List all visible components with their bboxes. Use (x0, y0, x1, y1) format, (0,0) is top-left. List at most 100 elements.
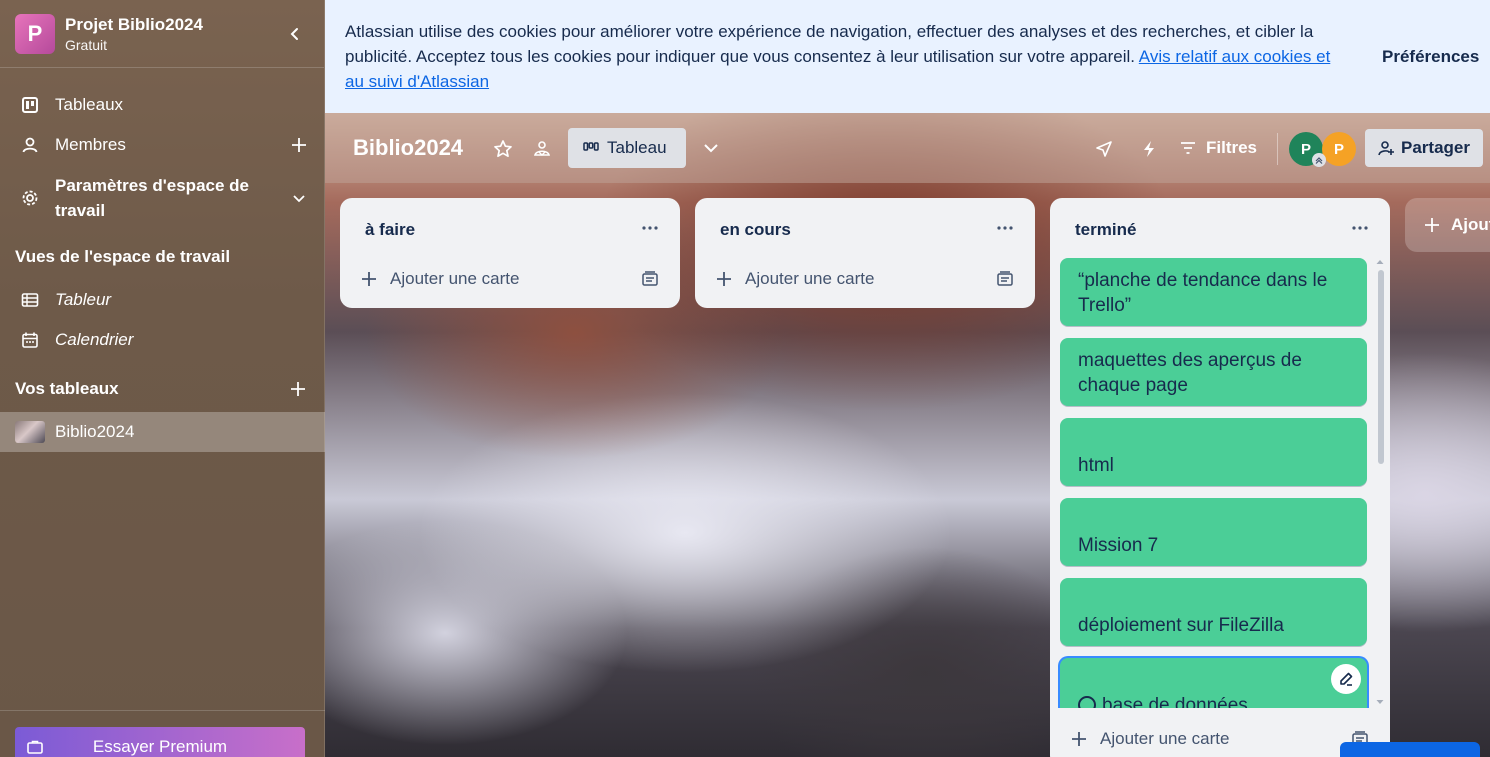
list-scrollbar[interactable] (1375, 256, 1385, 708)
automation-button[interactable] (1137, 137, 1161, 161)
chevron-left-icon (290, 27, 298, 40)
try-premium-button[interactable]: Essayer Premium (15, 727, 305, 757)
sidebar-item-label: Paramètres d'espace de travail (55, 176, 249, 220)
divider (0, 710, 325, 711)
gear-icon (20, 188, 40, 208)
workspace-header: P Projet Biblio2024 Gratuit (0, 0, 324, 68)
admin-badge-icon (1312, 153, 1326, 167)
plus-icon (360, 270, 378, 288)
complete-checkbox-icon[interactable] (1078, 696, 1096, 708)
add-card-label: Ajouter une carte (1100, 729, 1230, 748)
workspace-sidebar: P Projet Biblio2024 Gratuit Tableaux Mem… (0, 0, 325, 757)
view-switcher-board[interactable]: Tableau (568, 128, 686, 168)
board-view-icon (583, 141, 599, 155)
list-title[interactable]: terminé (1075, 220, 1136, 240)
star-icon (494, 140, 512, 158)
card[interactable]: maquettes des aperçus de chaque page (1060, 338, 1367, 406)
card-template-icon[interactable] (995, 269, 1015, 289)
your-boards-title: Vos tableaux (15, 379, 119, 398)
member-avatar[interactable]: P (1322, 132, 1356, 166)
board-thumbnail (15, 421, 45, 443)
scroll-up-icon (1376, 260, 1384, 264)
cookie-banner: Atlassian utilise des cookies pour améli… (325, 0, 1490, 113)
cookie-message: Atlassian utilise des cookies pour améli… (345, 19, 1345, 94)
list-termine: terminé “planche de tendance dans le Tre… (1050, 198, 1390, 757)
briefcase-icon (27, 739, 43, 757)
sidebar-board-biblio2024[interactable]: Biblio2024 (0, 412, 325, 452)
floating-help-button[interactable] (1340, 742, 1480, 757)
filters-label: Filtres (1206, 138, 1258, 157)
card[interactable]: Mission 7 (1060, 498, 1367, 566)
plus-icon (1070, 730, 1088, 748)
sidebar-item-label: Calendrier (55, 330, 134, 349)
list-title[interactable]: en cours (720, 220, 791, 240)
people-icon (534, 141, 550, 156)
star-board-button[interactable] (491, 137, 515, 161)
add-card-button[interactable]: Ajouter une carte (360, 265, 519, 293)
workspace-name[interactable]: Projet Biblio2024 (65, 14, 281, 36)
pencil-icon (1340, 672, 1353, 686)
share-label: Partager (1401, 138, 1470, 157)
lightning-icon (1144, 141, 1154, 157)
power-ups-button[interactable] (1092, 137, 1116, 161)
card-title: maquettes des aperçus de chaque page (1078, 350, 1302, 396)
list-title[interactable]: à faire (365, 220, 415, 240)
create-board-button[interactable] (286, 377, 310, 401)
add-person-icon (1377, 139, 1395, 157)
list-en-cours: en cours Ajouter une carte (695, 198, 1035, 308)
collapse-sidebar-button[interactable] (281, 20, 309, 48)
card[interactable]: base de données (1060, 658, 1367, 708)
card[interactable]: déploiement sur FileZilla (1060, 578, 1367, 646)
more-icon (997, 226, 1013, 230)
card-template-icon[interactable] (640, 269, 660, 289)
workspace-plan: Gratuit (65, 36, 108, 53)
card-title: “planche de tendance dans le Trello” (1078, 270, 1328, 316)
scrollbar-thumb[interactable] (1378, 270, 1384, 464)
workspace-views-title: Vues de l'espace de travail (15, 247, 231, 266)
board-icon (20, 95, 40, 115)
card[interactable]: “planche de tendance dans le Trello” (1060, 258, 1367, 326)
list-a-faire: à faire Ajouter une carte (340, 198, 680, 308)
list-menu-button[interactable] (638, 216, 662, 240)
add-list-label: Ajout (1451, 215, 1490, 234)
sidebar-item-boards[interactable]: Tableaux (0, 88, 325, 122)
share-button[interactable]: Partager (1365, 129, 1483, 167)
card[interactable]: html (1060, 418, 1367, 486)
calendar-icon (20, 330, 40, 350)
sidebar-item-members[interactable]: Membres (0, 128, 325, 162)
cookie-preferences-button[interactable]: Préférences (1382, 44, 1479, 69)
plus-icon (292, 138, 306, 152)
try-premium-label: Essayer Premium (92, 737, 228, 756)
add-card-button[interactable]: Ajouter une carte (715, 265, 874, 293)
chevron-down-icon (704, 144, 718, 153)
card-title: Mission 7 (1078, 535, 1159, 556)
chevron-down-icon (293, 195, 305, 203)
customize-views-button[interactable] (699, 136, 723, 160)
filter-icon (1180, 141, 1196, 155)
board-title[interactable]: Biblio2024 (353, 135, 463, 161)
person-icon (20, 135, 40, 155)
list-menu-button[interactable] (1348, 216, 1372, 240)
visibility-button[interactable] (530, 137, 554, 161)
add-list-button[interactable]: Ajout (1405, 198, 1490, 252)
add-card-button[interactable]: Ajouter une carte (1070, 725, 1229, 753)
workspace-logo[interactable]: P (15, 13, 55, 54)
list-menu-button[interactable] (993, 216, 1017, 240)
sidebar-item-table-view[interactable]: Tableur (0, 283, 325, 317)
workspace-info: Projet Biblio2024 Gratuit (65, 14, 281, 54)
table-icon (20, 290, 40, 310)
card-title: html (1078, 455, 1114, 476)
filters-button[interactable]: Filtres (1180, 133, 1257, 163)
expand-settings-button[interactable] (287, 186, 311, 210)
plus-icon (291, 382, 305, 396)
rocket-icon (1096, 141, 1112, 157)
sidebar-item-settings[interactable]: Paramètres d'espace de travail (0, 174, 325, 222)
add-member-button[interactable] (287, 133, 311, 157)
sidebar-item-calendar-view[interactable]: Calendrier (0, 323, 325, 357)
add-card-label: Ajouter une carte (745, 269, 875, 288)
card-title: déploiement sur FileZilla (1078, 615, 1284, 636)
plus-icon (715, 270, 733, 288)
view-label: Tableau (607, 138, 667, 157)
edit-card-button[interactable] (1331, 664, 1361, 694)
plus-icon (1423, 216, 1441, 234)
